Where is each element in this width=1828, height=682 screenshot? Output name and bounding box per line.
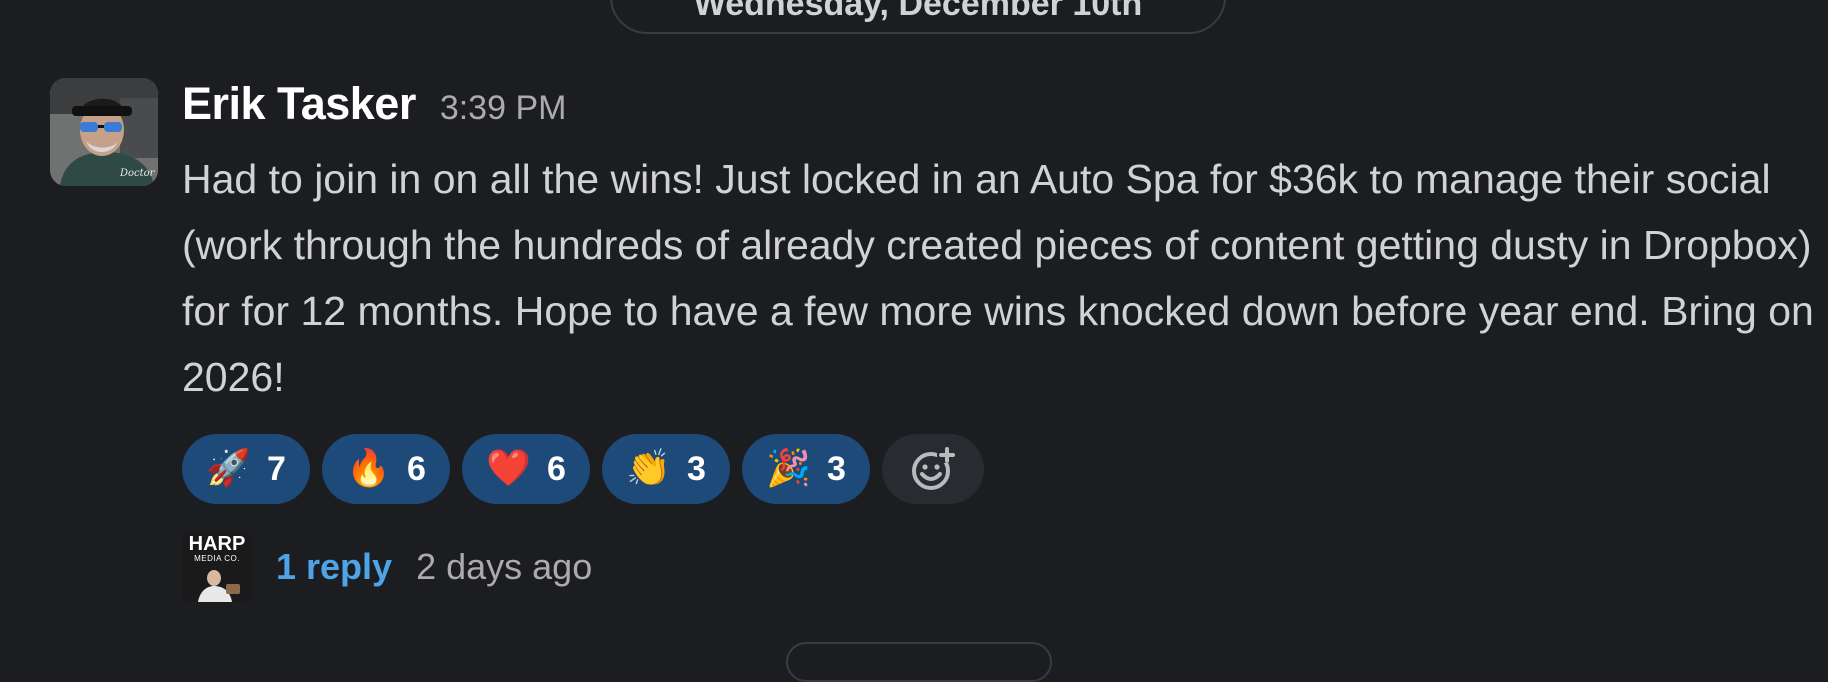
next-date-divider[interactable] (786, 642, 1052, 682)
add-reaction-button[interactable] (882, 434, 984, 504)
reactions-bar: 🚀 7 🔥 6 ❤️ 6 👏 3 🎉 3 (182, 434, 1822, 504)
clapping-hands-icon: 👏 (626, 448, 671, 489)
message-content: Erik Tasker 3:39 PM Had to join in on al… (182, 78, 1822, 602)
reaction-count: 3 (826, 449, 846, 488)
add-emoji-icon (912, 447, 957, 490)
date-divider-label: Wednesday, December 10th (693, 0, 1143, 23)
party-popper-icon: 🎉 (766, 448, 811, 489)
reaction-count: 7 (266, 449, 286, 488)
person-silhouette-icon (198, 570, 240, 602)
message-header: Erik Tasker 3:39 PM (182, 78, 1822, 129)
reaction-count: 6 (406, 449, 426, 488)
svg-text:Doctor: Doctor (119, 168, 156, 179)
message-timestamp[interactable]: 3:39 PM (440, 89, 567, 128)
avatar[interactable]: Doctor (50, 78, 158, 186)
reaction-fire[interactable]: 🔥 6 (322, 434, 450, 504)
fire-icon: 🔥 (346, 448, 391, 489)
last-reply-time: 2 days ago (416, 546, 593, 587)
heart-icon: ❤️ (486, 448, 531, 489)
reply-avatar[interactable]: HARP MEDIA CO. (182, 532, 252, 602)
reaction-party[interactable]: 🎉 3 (742, 434, 870, 504)
reaction-count: 3 (686, 449, 706, 488)
rocket-icon: 🚀 (206, 448, 251, 489)
date-divider[interactable]: Wednesday, December 10th (610, 0, 1226, 34)
message-text: Had to join in on all the wins! Just loc… (182, 156, 1814, 400)
reaction-count: 6 (546, 449, 566, 488)
reaction-clap[interactable]: 👏 3 (602, 434, 730, 504)
author-name[interactable]: Erik Tasker (182, 78, 416, 130)
reply-count-link[interactable]: 1 reply (276, 546, 392, 588)
reaction-rocket[interactable]: 🚀 7 (182, 434, 310, 504)
reaction-heart[interactable]: ❤️ 6 (462, 434, 590, 504)
user-photo-icon: Doctor (50, 78, 158, 186)
thread-summary[interactable]: HARP MEDIA CO. 1 reply 2 days ago (182, 532, 1822, 602)
